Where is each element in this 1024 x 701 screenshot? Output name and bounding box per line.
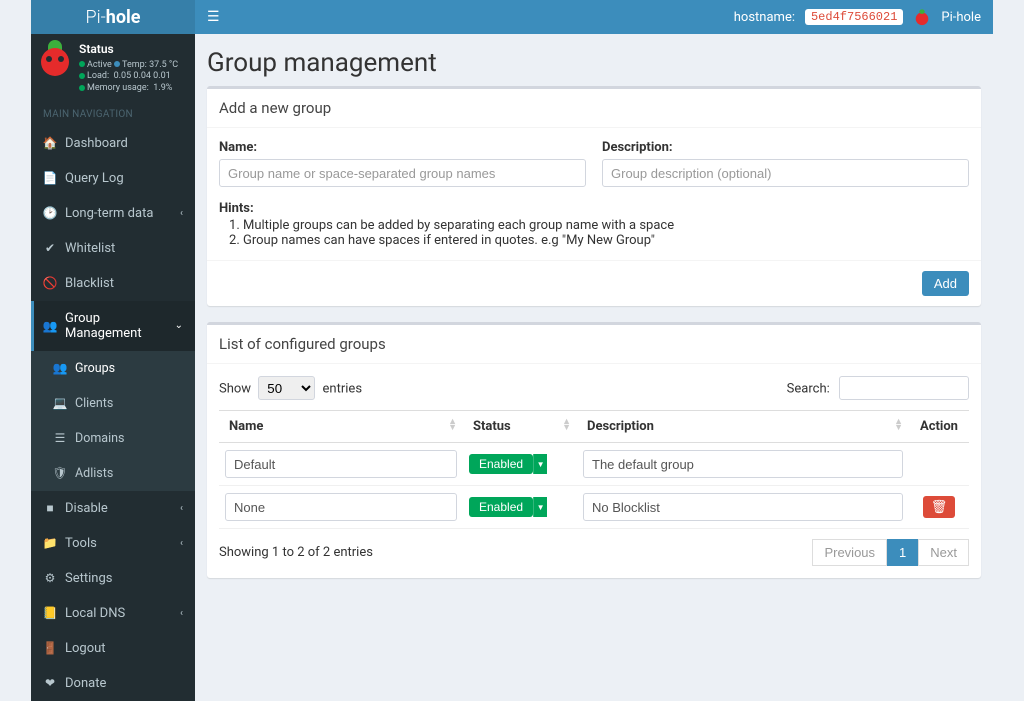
sort-icon: ▲▼ [562,419,571,432]
cogs-icon: ⚙ [43,571,57,585]
nav-domains[interactable]: ☰Domains [31,421,195,456]
folder-icon: 📁 [43,536,57,550]
table-info: Showing 1 to 2 of 2 entries [219,545,373,560]
sidebar: Pi-hole Status Active Temp: 37.5 °C Load… [31,0,195,701]
nav-blacklist[interactable]: 🚫Blacklist [31,266,195,301]
nav-header: MAIN NAVIGATION [31,103,195,126]
table-row: Enabled▼ 🗑 [219,486,969,529]
status-toggle[interactable]: Enabled [469,454,533,474]
check-circle-icon: ✔ [43,241,57,255]
nav-donate[interactable]: ❤Donate [31,666,195,701]
entries-select[interactable]: 50 [258,376,315,400]
th-status[interactable]: Status▲▼ [463,411,577,443]
caret-down-icon[interactable]: ▼ [533,497,547,517]
hostname-label: hostname: [734,10,795,25]
hints-title: Hints: [219,201,969,216]
groups-table: Name▲▼ Status▲▼ Description▲▼ Action Ena… [219,410,969,529]
chevron-left-icon: ‹ [180,538,183,549]
nav-logout[interactable]: 🚪Logout [31,631,195,666]
row-desc-input[interactable] [583,493,903,521]
nav-longterm[interactable]: 🕑Long-term data‹ [31,196,195,231]
pagination: Previous 1 Next [812,539,969,566]
nav-settings[interactable]: ⚙Settings [31,561,195,596]
clock-icon: 🕑 [43,206,57,220]
chevron-left-icon: ‹ [180,608,183,619]
row-name-input[interactable] [225,450,457,478]
entries-control: Show 50 entries [219,376,362,400]
nav-groupmgmt[interactable]: 👥Group Management⌄ [31,301,195,351]
groups-list-box: List of configured groups Show 50 entrie… [207,322,981,578]
page-1-button[interactable]: 1 [887,539,918,566]
nav-adlists[interactable]: 🛡Adlists [31,456,195,491]
status-panel: Status Active Temp: 37.5 °C Load: 0.05 0… [31,34,195,103]
delete-button[interactable]: 🗑 [923,496,956,518]
status-title: Status [79,42,178,58]
nav-clients[interactable]: 💻Clients [31,386,195,421]
row-name-input[interactable] [225,493,457,521]
hints-list: Multiple groups can be added by separati… [219,218,969,248]
pihole-mini-logo-icon [913,8,931,26]
desc-label: Description: [602,140,969,155]
trash-icon: 🗑 [931,499,948,514]
file-icon: 📄 [43,171,57,185]
hostname-value: 5ed4f7566021 [805,9,903,25]
stop-icon: ■ [43,501,57,515]
group-desc-input[interactable] [602,159,969,187]
chevron-left-icon: ‹ [180,503,183,514]
main-area: ☰ hostname: 5ed4f7566021 Pi-hole Group m… [195,0,993,701]
th-action: Action [909,411,969,443]
add-button[interactable]: Add [922,271,969,296]
topbar: ☰ hostname: 5ed4f7566021 Pi-hole [195,0,993,34]
laptop-icon: 💻 [53,396,67,410]
row-desc-input[interactable] [583,450,903,478]
chevron-left-icon: ‹ [180,208,183,219]
search-input[interactable] [839,376,969,400]
home-icon: 🏠 [43,136,57,150]
th-name[interactable]: Name▲▼ [219,411,463,443]
search-control: Search: [787,376,969,400]
groups-list-header: List of configured groups [207,325,981,364]
add-group-box: Add a new group Name: Description: Hints… [207,86,981,306]
nav-dashboard[interactable]: 🏠Dashboard [31,126,195,161]
nav-querylog[interactable]: 📄Query Log [31,161,195,196]
chevron-down-icon: ⌄ [175,320,183,331]
group-name-input[interactable] [219,159,586,187]
ban-icon: 🚫 [43,276,57,290]
status-toggle[interactable]: Enabled [469,497,533,517]
nav-tools[interactable]: 📁Tools‹ [31,526,195,561]
logout-icon: 🚪 [43,641,57,655]
sort-icon: ▲▼ [448,419,457,432]
caret-down-icon[interactable]: ▼ [533,454,547,474]
address-book-icon: 📒 [43,606,57,620]
prev-button[interactable]: Previous [812,539,887,566]
nav-groups[interactable]: 👥Groups [31,351,195,386]
name-label: Name: [219,140,586,155]
table-row: Enabled▼ [219,443,969,486]
users-cog-icon: 👥 [43,319,57,333]
th-desc[interactable]: Description▲▼ [577,411,909,443]
nav-disable[interactable]: ■Disable‹ [31,491,195,526]
list-icon: ☰ [53,431,67,445]
topbar-appname[interactable]: Pi-hole [941,10,981,25]
brand[interactable]: Pi-hole [31,0,195,34]
sort-icon: ▲▼ [894,419,903,432]
shield-icon: 🛡 [53,466,67,480]
pihole-logo-icon [39,42,71,78]
nav-whitelist[interactable]: ✔Whitelist [31,231,195,266]
nav-localdns[interactable]: 📒Local DNS‹ [31,596,195,631]
page-title: Group management [207,48,981,78]
add-group-header: Add a new group [207,89,981,128]
users-icon: 👥 [53,361,67,375]
next-button[interactable]: Next [918,539,969,566]
hamburger-icon[interactable]: ☰ [207,9,220,25]
heart-icon: ❤ [43,676,57,690]
